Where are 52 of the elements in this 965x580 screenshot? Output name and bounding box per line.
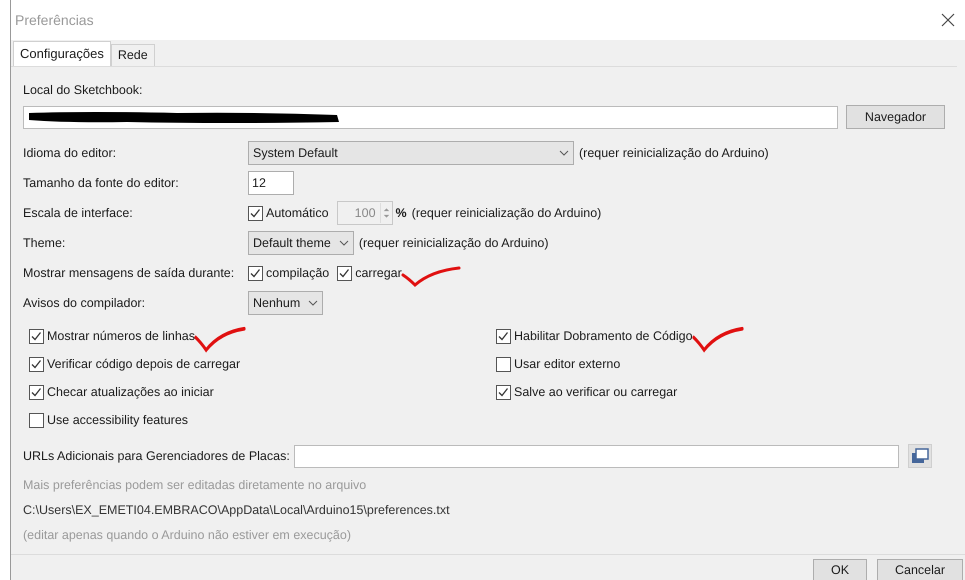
option-label: compilação <box>266 264 330 282</box>
restart-note: (requer reinicialização do Arduino) <box>579 144 769 162</box>
dropdown[interactable]: System Default <box>248 141 574 165</box>
restart-note: (requer reinicialização do Arduino) <box>412 204 602 222</box>
close-icon[interactable] <box>941 13 955 27</box>
checkbox[interactable] <box>29 328 44 344</box>
setting-label: Idioma do editor: <box>23 144 118 162</box>
dropdown[interactable]: Nenhum <box>248 291 324 315</box>
checkbox[interactable] <box>496 356 511 372</box>
option-label: Checar atualizações ao iniciar <box>47 384 214 401</box>
info-note: C:\Users\EX_EMETI04.EMBRACO\AppData\Local\Arduino15\preferences.txt <box>23 502 451 520</box>
tab[interactable]: Rede <box>110 44 155 66</box>
setting-label: Escala de interface: <box>23 204 134 222</box>
caret-icon <box>338 240 349 246</box>
checkbox[interactable] <box>496 328 511 344</box>
option-label: Mostrar números de linhas <box>47 328 195 345</box>
option-label: Habilitar Dobramento de Código <box>514 328 693 345</box>
browse-button[interactable]: Navegador <box>846 105 945 129</box>
checkbox[interactable] <box>29 384 44 400</box>
info-note: (editar apenas quando o Arduino não estiver em execução) <box>23 527 352 544</box>
checkbox[interactable] <box>29 356 44 372</box>
unit-label: % <box>396 204 407 222</box>
setting-label: Local do Sketchbook: <box>23 82 144 99</box>
windows-icon <box>910 448 929 464</box>
setting-label: URLs Adicionais para Gerenciadores de Placas: <box>23 448 290 465</box>
checkbox[interactable] <box>337 266 352 280</box>
checkbox[interactable] <box>248 266 263 280</box>
sketchbook-path-field[interactable] <box>23 106 838 128</box>
tab[interactable]: Configurações <box>13 41 111 66</box>
dialog-button[interactable]: Cancelar <box>877 559 963 580</box>
option-label: Use accessibility features <box>47 412 188 429</box>
setting-label: Theme: <box>23 234 66 252</box>
font-size-field[interactable]: 12 <box>248 171 294 195</box>
caret-icon <box>559 150 569 156</box>
setting-label: Mostrar mensagens de saída durante: <box>23 264 236 282</box>
checkbox[interactable] <box>29 412 44 428</box>
option-label: Salve ao verificar ou carregar <box>514 384 678 401</box>
option-label: Automático <box>266 204 329 222</box>
window-title: Preferências <box>15 10 94 30</box>
caret-icon <box>308 300 318 306</box>
board-urls-field[interactable] <box>294 444 899 468</box>
info-note: Mais preferências podem ser editadas diretamente no arquivo <box>23 477 368 494</box>
expand-window-button[interactable] <box>908 444 932 468</box>
checkbox[interactable] <box>496 384 511 400</box>
dialog-button[interactable]: OK <box>813 559 867 580</box>
dropdown[interactable]: Default theme <box>248 231 354 255</box>
option-label: Usar editor externo <box>514 356 620 373</box>
setting-label: Avisos do compilador: <box>23 294 146 312</box>
restart-note: (requer reinicialização do Arduino) <box>358 234 549 252</box>
option-label: Verificar código depois de carregar <box>47 356 240 373</box>
option-label: carregar <box>355 264 402 282</box>
setting-label: Tamanho da fonte do editor: <box>23 174 180 192</box>
